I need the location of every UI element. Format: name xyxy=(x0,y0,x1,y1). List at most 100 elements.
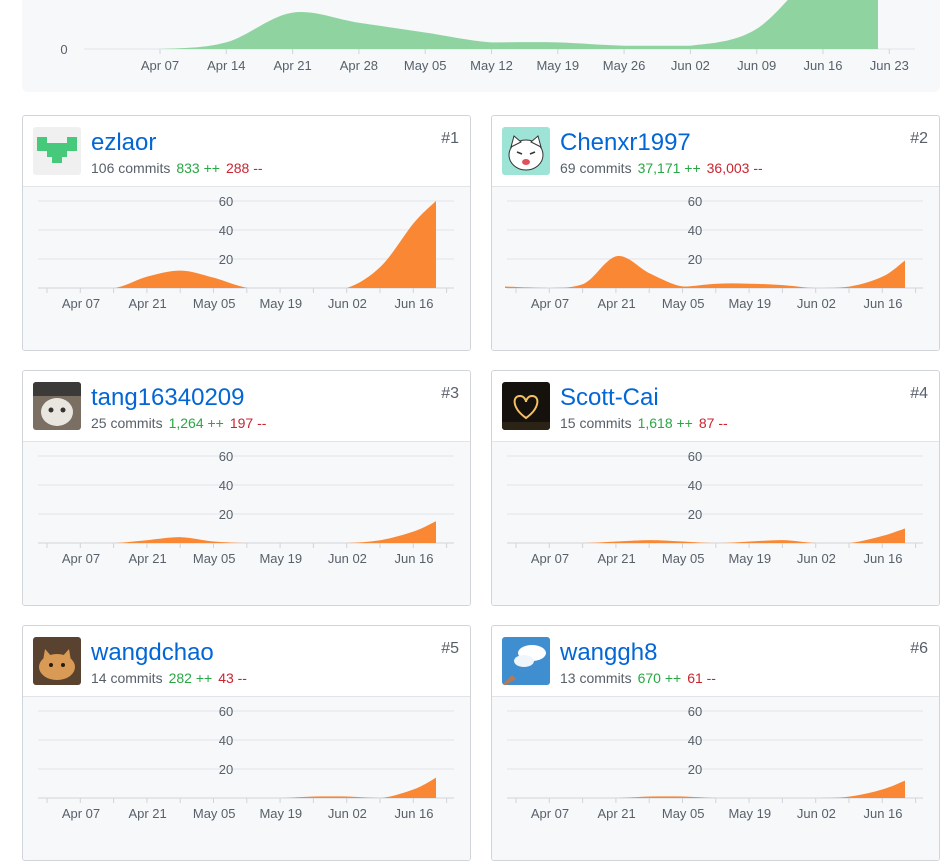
x-tick-label: May 19 xyxy=(728,551,771,566)
overview-x-tick-label: Apr 07 xyxy=(141,58,179,73)
x-tick-label: Jun 16 xyxy=(394,806,433,821)
avatar[interactable] xyxy=(33,382,81,430)
contributor-activity-chart: 60 40 20 Apr 07 Apr 21 May 05 May 19 Jun 02 Jun … xyxy=(23,696,470,860)
contributor-stats: 69 commits 37,171 ++ 36,003 -- xyxy=(560,160,763,176)
contributor-username-link[interactable]: Chenxr1997 xyxy=(560,129,691,157)
contributor-chart-svg: 60 40 20 Apr 07 Apr 21 May 05 May 19 Jun 02 Jun … xyxy=(505,704,923,821)
contributor-stats: 15 commits 1,618 ++ 87 -- xyxy=(560,415,728,431)
contributor-activity-chart: 60 40 20 Apr 07 Apr 21 May 05 May 19 Jun 02 Jun … xyxy=(23,186,470,350)
commit-count[interactable]: 13 commits xyxy=(560,670,632,686)
x-tick-label: May 19 xyxy=(728,806,771,821)
contributor-rank: #5 xyxy=(441,640,459,657)
contributor-stats: 14 commits 282 ++ 43 -- xyxy=(91,670,247,686)
contributor-rank: #1 xyxy=(441,130,459,147)
x-tick-label: Jun 02 xyxy=(797,806,836,821)
contributor-username-link[interactable]: Scott-Cai xyxy=(560,384,659,412)
contributor-stats: 25 commits 1,264 ++ 197 -- xyxy=(91,415,266,431)
commit-count[interactable]: 69 commits xyxy=(560,160,632,176)
avatar[interactable] xyxy=(502,637,550,685)
x-tick-label: Jun 02 xyxy=(328,806,367,821)
commit-area xyxy=(505,780,905,798)
contributor-activity-chart: 60 40 20 Apr 07 Apr 21 May 05 May 19 Jun 02 Jun … xyxy=(492,696,939,860)
contributor-activity-chart: 60 40 20 Apr 07 Apr 21 May 05 May 19 Jun 02 Jun … xyxy=(492,186,939,350)
deletions-count: 87 -- xyxy=(698,415,728,431)
x-tick-label: Apr 21 xyxy=(597,806,635,821)
contributor-activity-chart: 60 40 20 Apr 07 Apr 21 May 05 May 19 Jun 02 Jun … xyxy=(492,441,939,605)
contributor-username-link[interactable]: tang16340209 xyxy=(91,384,245,412)
x-tick-label: Apr 21 xyxy=(128,296,166,311)
additions-count: 1,264 ++ xyxy=(168,415,224,431)
contributor-chart-svg: 60 40 20 Apr 07 Apr 21 May 05 May 19 Jun 02 Jun … xyxy=(36,704,454,821)
contributor-activity-chart: 60 40 20 Apr 07 Apr 21 May 05 May 19 Jun 02 Jun … xyxy=(23,441,470,605)
contributor-username-link[interactable]: ezlaor xyxy=(91,129,156,157)
contributor-username-link[interactable]: wanggh8 xyxy=(560,639,657,667)
additions-count: 833 ++ xyxy=(176,160,220,176)
commit-count[interactable]: 14 commits xyxy=(91,670,163,686)
deletions-count: 43 -- xyxy=(218,670,247,686)
y-tick-label: 60 xyxy=(219,704,233,719)
x-tick-label: May 05 xyxy=(662,806,705,821)
deletions-count: 288 -- xyxy=(225,160,263,176)
avatar[interactable] xyxy=(33,127,81,175)
y-tick-label: 40 xyxy=(219,223,233,238)
contributor-card: tang16340209 25 commits 1,264 ++ 197 -- #3… xyxy=(22,370,471,606)
x-tick-label: May 19 xyxy=(259,806,302,821)
overview-y-tick-label: 0 xyxy=(60,42,67,57)
deletions-count: 36,003 -- xyxy=(706,160,763,176)
x-tick-label: Apr 07 xyxy=(62,806,100,821)
contributor-stats: 13 commits 670 ++ 61 -- xyxy=(560,670,716,686)
x-tick-label: Apr 07 xyxy=(531,551,569,566)
contributor-card: Scott-Cai 15 commits 1,618 ++ 87 -- #4 60 4… xyxy=(491,370,940,606)
overview-x-tick-label: Jun 02 xyxy=(671,58,710,73)
y-tick-label: 60 xyxy=(688,449,702,464)
x-tick-label: Jun 16 xyxy=(863,806,902,821)
contributor-username-link[interactable]: wangdchao xyxy=(91,639,214,667)
overview-contributions-chart: 0 Apr 07 Apr 14 Apr 21 Apr 28 May 05 May 12 May… xyxy=(22,0,940,92)
contributor-header: ezlaor 106 commits 833 ++ 288 -- #1 xyxy=(23,116,470,186)
overview-x-tick-label: May 05 xyxy=(404,58,447,73)
x-tick-label: Apr 07 xyxy=(62,296,100,311)
contributor-card: wangdchao 14 commits 282 ++ 43 -- #5 60 40 2… xyxy=(22,625,471,861)
y-tick-label: 20 xyxy=(219,252,233,267)
avatar[interactable] xyxy=(502,127,550,175)
contributor-stats: 106 commits 833 ++ 288 -- xyxy=(91,160,263,176)
x-tick-label: Apr 07 xyxy=(531,296,569,311)
x-tick-label: May 19 xyxy=(728,296,771,311)
x-tick-label: Apr 07 xyxy=(531,806,569,821)
contributor-header: tang16340209 25 commits 1,264 ++ 197 -- #3 xyxy=(23,371,470,441)
y-tick-label: 40 xyxy=(219,478,233,493)
overview-x-tick-label: Apr 28 xyxy=(340,58,378,73)
contributor-chart-svg: 60 40 20 Apr 07 Apr 21 May 05 May 19 Jun 02 Jun … xyxy=(36,449,454,566)
x-tick-label: May 05 xyxy=(662,296,705,311)
x-tick-label: Jun 02 xyxy=(328,296,367,311)
commit-count[interactable]: 15 commits xyxy=(560,415,632,431)
commit-area xyxy=(505,255,905,288)
x-tick-label: Apr 21 xyxy=(128,806,166,821)
x-tick-label: May 05 xyxy=(662,551,705,566)
y-tick-label: 40 xyxy=(219,733,233,748)
overview-x-tick-label: May 19 xyxy=(536,58,579,73)
y-tick-label: 60 xyxy=(688,194,702,209)
x-tick-label: May 05 xyxy=(193,551,236,566)
contributor-rank: #6 xyxy=(910,640,928,657)
contributor-card: wanggh8 13 commits 670 ++ 61 -- #6 60 40 20 A… xyxy=(491,625,940,861)
deletions-count: 197 -- xyxy=(229,415,267,431)
commit-count[interactable]: 25 commits xyxy=(91,415,163,431)
commit-count[interactable]: 106 commits xyxy=(91,160,170,176)
contributor-rank: #2 xyxy=(910,130,928,147)
contributor-header: wangdchao 14 commits 282 ++ 43 -- #5 xyxy=(23,626,470,696)
contributor-chart-svg: 60 40 20 Apr 07 Apr 21 May 05 May 19 Jun 02 Jun … xyxy=(505,449,923,566)
x-tick-label: Apr 21 xyxy=(597,296,635,311)
commit-area xyxy=(36,201,436,288)
y-tick-label: 20 xyxy=(688,507,702,522)
contributor-chart-svg: 60 40 20 Apr 07 Apr 21 May 05 May 19 Jun 02 Jun … xyxy=(36,194,454,311)
avatar[interactable] xyxy=(502,382,550,430)
x-tick-label: Jun 16 xyxy=(394,551,433,566)
overview-x-tick-label: Jun 09 xyxy=(737,58,776,73)
avatar[interactable] xyxy=(33,637,81,685)
contributor-header: Scott-Cai 15 commits 1,618 ++ 87 -- #4 xyxy=(492,371,939,441)
x-tick-label: May 19 xyxy=(259,551,302,566)
contributor-rank: #3 xyxy=(441,385,459,402)
x-tick-label: May 05 xyxy=(193,296,236,311)
x-tick-label: Jun 16 xyxy=(863,551,902,566)
